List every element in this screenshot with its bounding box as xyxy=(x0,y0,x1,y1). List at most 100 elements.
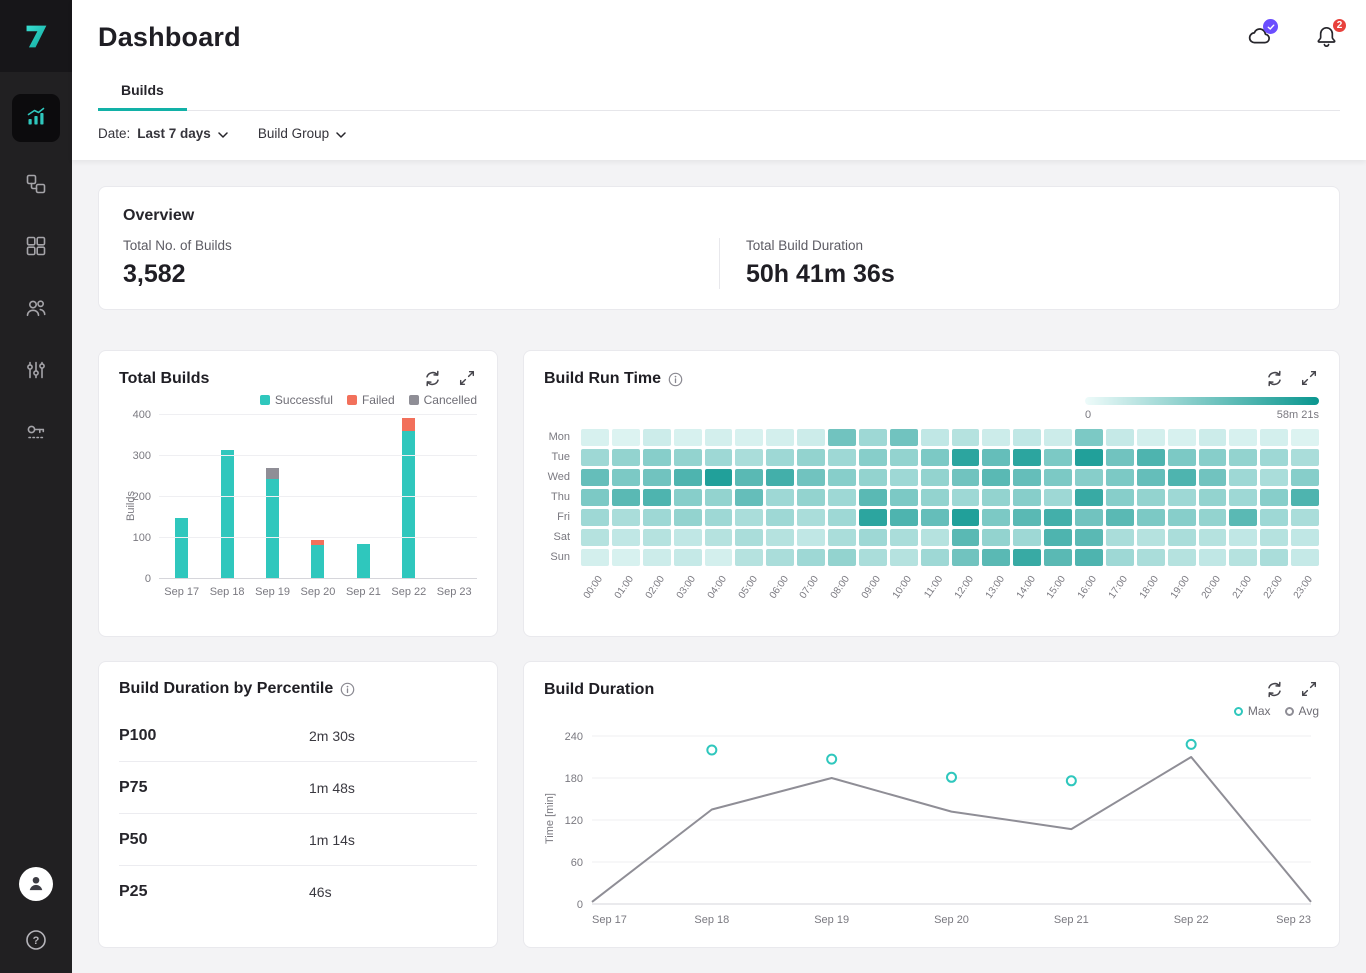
build-duration-chart: Time [min] 060120180240Sep 17Sep 18Sep 1… xyxy=(544,726,1319,930)
heatmap-cell xyxy=(797,449,825,466)
bar-column xyxy=(204,415,249,579)
heatmap-cell xyxy=(1291,449,1319,466)
heatmap-cell xyxy=(643,489,671,506)
tab-builds[interactable]: Builds xyxy=(98,74,187,111)
heatmap-cell xyxy=(1199,449,1227,466)
heatmap-cell xyxy=(1044,449,1072,466)
date-filter[interactable]: Date: Last 7 days xyxy=(98,126,228,141)
heatmap-col-label: 11:00 xyxy=(921,572,949,618)
sidebar-item-credentials[interactable] xyxy=(17,414,55,452)
heatmap-col-label: 21:00 xyxy=(1229,572,1257,618)
heatmap-cell xyxy=(1137,469,1165,486)
user-avatar[interactable] xyxy=(19,867,53,901)
heatmap-cell xyxy=(1260,449,1288,466)
heatmap-cell xyxy=(797,429,825,446)
info-icon[interactable] xyxy=(340,682,355,697)
heatmap-cell xyxy=(1168,429,1196,446)
sliders-icon xyxy=(24,358,48,385)
heatmap-cell xyxy=(890,529,918,546)
sidebar-nav xyxy=(12,94,60,452)
svg-text:Sep 18: Sep 18 xyxy=(694,914,729,926)
legend-label: Successful xyxy=(275,393,333,407)
bar-column xyxy=(432,415,477,579)
svg-text:0: 0 xyxy=(577,899,583,911)
heatmap-col-label: 07:00 xyxy=(797,572,825,618)
heatmap-cell xyxy=(1168,509,1196,526)
heatmap-cell xyxy=(982,469,1010,486)
refresh-icon[interactable] xyxy=(1264,369,1284,389)
sync-ok-badge xyxy=(1263,19,1278,34)
stat-total-builds: Total No. of Builds 3,582 xyxy=(123,238,719,289)
expand-icon[interactable] xyxy=(457,369,477,389)
heatmap-cell xyxy=(735,449,763,466)
heatmap-col-label: 19:00 xyxy=(1168,572,1196,618)
expand-icon[interactable] xyxy=(1299,680,1319,700)
y-tick-label: 100 xyxy=(133,532,151,544)
heatmap-cell xyxy=(1229,429,1257,446)
heatmap-cell xyxy=(1013,549,1041,566)
help-icon[interactable]: ? xyxy=(23,927,49,953)
expand-icon[interactable] xyxy=(1299,369,1319,389)
heatmap-cell xyxy=(859,509,887,526)
notifications-bell-icon[interactable]: 2 xyxy=(1312,23,1340,51)
sidebar-item-insights[interactable] xyxy=(12,94,60,142)
app-logo[interactable] xyxy=(0,0,72,72)
heatmap-cell xyxy=(797,529,825,546)
x-tick-label: Sep 20 xyxy=(295,586,340,598)
svg-text:240: 240 xyxy=(565,731,583,743)
legend-min: 0 xyxy=(1085,409,1091,421)
legend-label: Max xyxy=(1248,704,1271,718)
heatmap-cell xyxy=(921,549,949,566)
heatmap-col-label: 22:00 xyxy=(1260,572,1288,618)
heatmap-cell xyxy=(952,469,980,486)
heatmap-cell xyxy=(1168,549,1196,566)
heatmap-cell xyxy=(1106,449,1134,466)
heatmap-cell xyxy=(766,549,794,566)
svg-text:Sep 20: Sep 20 xyxy=(934,914,969,926)
bar-column xyxy=(295,415,340,579)
bar-column xyxy=(159,415,204,579)
sidebar-bottom: ? xyxy=(19,867,53,973)
stat-label: Total Build Duration xyxy=(746,238,1315,253)
heatmap-cell xyxy=(674,489,702,506)
info-icon[interactable] xyxy=(668,372,683,387)
heatmap-cell xyxy=(1291,509,1319,526)
heatmap-cell xyxy=(952,529,980,546)
apps-grid-icon xyxy=(24,234,48,261)
percentile-label: P75 xyxy=(119,779,309,797)
sidebar-item-apps[interactable] xyxy=(17,228,55,266)
refresh-icon[interactable] xyxy=(422,369,442,389)
sidebar-item-settings[interactable] xyxy=(17,352,55,390)
total-builds-chart: Builds 0100200300400 Sep 17Sep 18Sep 19S… xyxy=(119,415,477,598)
total-builds-legend: Successful Failed Cancelled xyxy=(119,393,477,407)
cloud-sync-icon[interactable] xyxy=(1246,23,1274,51)
tab-bar: Builds xyxy=(98,74,1340,111)
y-tick-label: 300 xyxy=(133,450,151,462)
workflow-icon xyxy=(24,172,48,199)
table-row: P100 2m 30s xyxy=(119,710,477,762)
heatmap-row-label: Wed xyxy=(544,469,578,486)
percentile-value: 46s xyxy=(309,884,477,900)
heatmap-row-label: Mon xyxy=(544,429,578,446)
heatmap-cell xyxy=(1013,509,1041,526)
gridline xyxy=(159,496,477,497)
card-title: Total Builds xyxy=(119,370,209,388)
heatmap-cell xyxy=(1229,509,1257,526)
heatmap-cell xyxy=(766,489,794,506)
heatmap-cell xyxy=(982,449,1010,466)
sidebar-item-workflows[interactable] xyxy=(17,166,55,204)
chevron-down-icon xyxy=(336,126,346,141)
bar-segment xyxy=(266,479,279,579)
heatmap-cell xyxy=(859,529,887,546)
heatmap-cell xyxy=(1013,469,1041,486)
heatmap-cell xyxy=(612,489,640,506)
heatmap-cell xyxy=(1106,549,1134,566)
overview-title: Overview xyxy=(123,207,1315,225)
refresh-icon[interactable] xyxy=(1264,680,1284,700)
heatmap-cell xyxy=(797,549,825,566)
heatmap-cell xyxy=(705,489,733,506)
build-group-filter[interactable]: Build Group xyxy=(258,126,346,141)
heatmap-cell xyxy=(705,549,733,566)
sidebar-item-members[interactable] xyxy=(17,290,55,328)
table-row: P75 1m 48s xyxy=(119,762,477,814)
